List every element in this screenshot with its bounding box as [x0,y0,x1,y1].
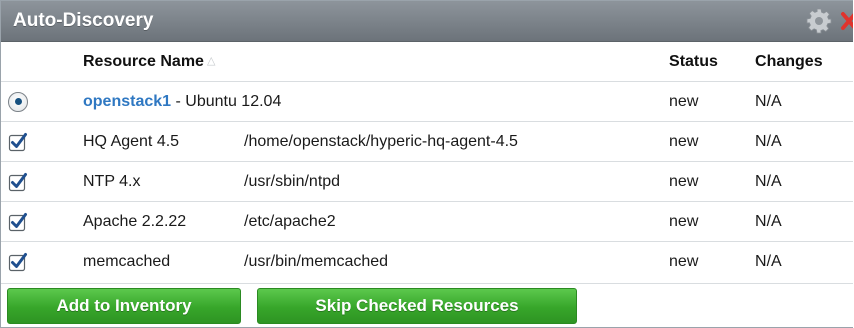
platform-row: openstack1 - Ubuntu 12.04 new N/A [1,81,853,122]
header-resource-name[interactable]: Resource Name △ [35,42,669,82]
table-row: memcached /usr/bin/memcached new N/A [1,241,853,281]
skip-checked-resources-button[interactable]: Skip Checked Resources [257,288,577,324]
row-select-cell [1,201,35,242]
gear-icon[interactable] [805,7,833,35]
row-select-cell [1,161,35,202]
platform-status: new [669,81,756,122]
row-changes: N/A [755,201,853,242]
resource-table: Resource Name △ Status Changes openstack1… [1,42,853,281]
table-header-row: Resource Name △ Status Changes [1,42,853,82]
row-path: /etc/apache2 [199,201,670,242]
action-bar: Add to Inventory Skip Checked Resources [1,283,853,327]
row-changes: N/A [755,241,853,281]
header-status: Status [669,52,718,70]
table-row: Apache 2.2.22 /etc/apache2 new N/A [1,201,853,242]
row-status: new [669,161,756,202]
add-to-inventory-button[interactable]: Add to Inventory [7,288,241,324]
row-path: /usr/bin/memcached [199,241,670,281]
platform-radio[interactable] [8,91,28,112]
platform-select-cell [1,81,35,122]
checkbox-checked[interactable] [8,172,28,192]
row-path: /usr/sbin/ntpd [199,161,670,202]
row-status: new [669,201,756,242]
close-icon[interactable] [839,10,853,32]
sort-arrow-icon: △ [206,54,216,67]
row-changes: N/A [755,161,853,202]
platform-changes: N/A [755,81,853,122]
row-select-cell [1,121,35,162]
row-name: HQ Agent 4.5 [35,121,199,162]
row-status: new [669,241,756,281]
checkbox-checked[interactable] [8,132,28,152]
checkbox-checked[interactable] [8,252,28,272]
radio-dot-icon [14,98,22,105]
platform-description: - Ubuntu 12.04 [171,92,282,110]
row-name: NTP 4.x [35,161,199,202]
checkbox-checked[interactable] [8,212,28,232]
row-status: new [669,121,756,162]
header-resource-name-label: Resource Name [83,52,204,70]
panel-titlebar: Auto-Discovery [1,1,853,42]
platform-name-cell: openstack1 - Ubuntu 12.04 [35,81,670,122]
row-select-cell [1,241,35,281]
row-path: /home/openstack/hyperic-hq-agent-4.5 [199,121,670,162]
panel-title: Auto-Discovery [13,10,154,31]
header-select [1,42,35,82]
platform-name-link[interactable]: openstack1 [83,93,171,110]
title-icons [805,7,853,35]
header-changes: Changes [755,52,823,70]
table-row: NTP 4.x /usr/sbin/ntpd new N/A [1,161,853,202]
row-name: Apache 2.2.22 [35,201,199,242]
auto-discovery-panel: Auto-Discovery Resource Name △ Status Ch… [0,0,853,328]
row-changes: N/A [755,121,853,162]
table-row: HQ Agent 4.5 /home/openstack/hyperic-hq-… [1,121,853,162]
row-name: memcached [35,241,199,281]
